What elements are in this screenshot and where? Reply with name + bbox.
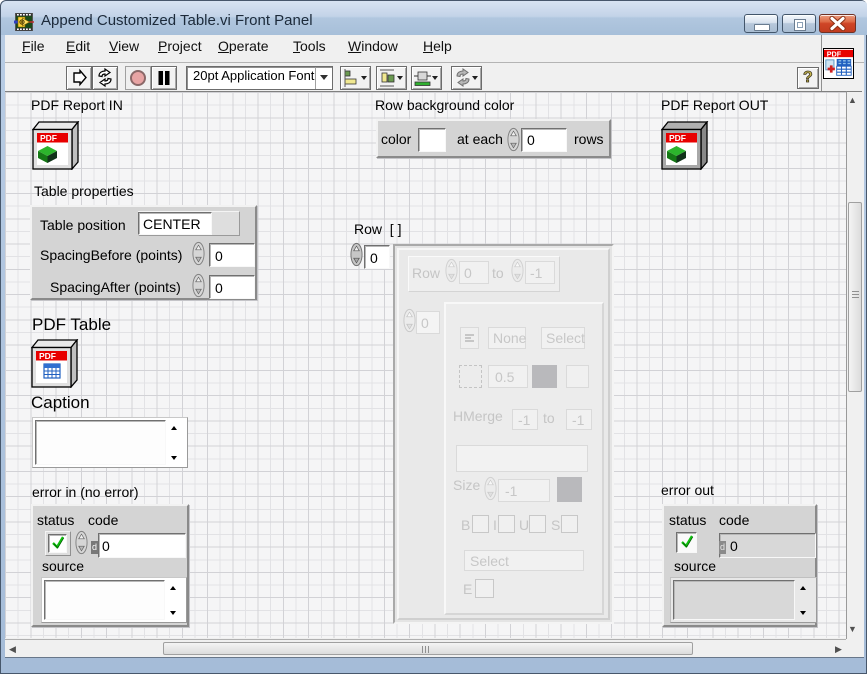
svg-text:PDF: PDF <box>827 49 842 58</box>
svg-text:PDF: PDF <box>40 133 57 143</box>
svg-text:PDF: PDF <box>669 133 686 143</box>
svg-text:PDF: PDF <box>39 351 56 361</box>
